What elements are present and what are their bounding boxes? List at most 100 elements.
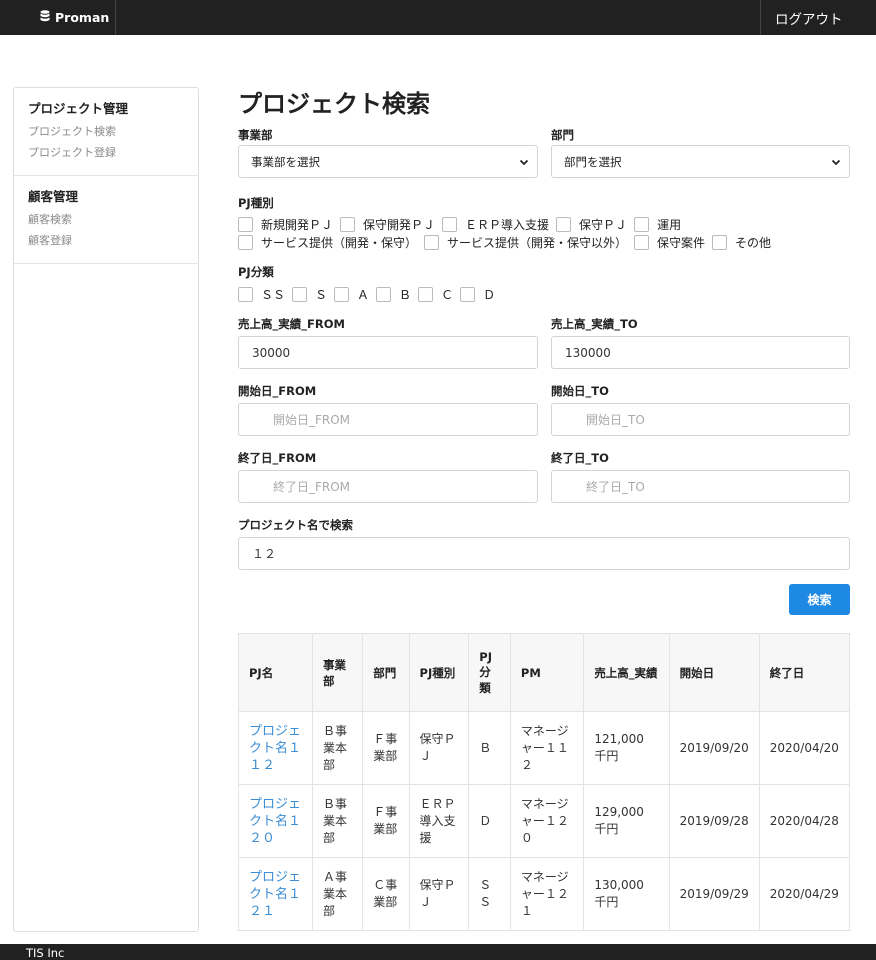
start-from-input[interactable]: 開始日_FROM [238,403,538,436]
table-cell: 2019/09/20 [668,711,760,785]
pj-type-checkbox[interactable] [238,235,253,250]
pj-type-label: PJ種別 [238,196,274,210]
column-header: PJ種別 [408,633,470,712]
end-to-input[interactable]: 終了日_TO [551,470,850,503]
pj-class-option: ＳＳ [261,288,286,302]
column-header: 開始日 [668,633,760,712]
column-header: 売上高_実績 [583,633,670,712]
project-name-label: プロジェクト名で検索 [238,518,353,532]
pj-class-option: Ｃ [441,288,454,302]
table-cell: 2019/09/29 [668,857,760,931]
table-row: プロジェクト名１２１ Ａ事業本部 Ｃ事業部 保守ＰＪ ＳＳ マネージャー１２１ … [237,857,851,931]
pj-class-label: PJ分類 [238,265,274,279]
sales-from-label: 売上高_実績_FROM [238,317,345,331]
database-icon [40,10,55,25]
top-navbar: Proman ログアウト [0,0,876,35]
chevron-down-icon [519,156,529,170]
pj-type-option: 保守ＰＪ [579,218,628,232]
table-cell: Ｂ事業本部 [312,784,364,858]
column-header: PM [509,633,585,712]
pj-class-checkbox[interactable] [238,287,253,302]
pj-class-option: Ａ [357,288,370,302]
table-cell: 保守ＰＪ [408,711,470,785]
footer: TIS Inc [0,944,876,960]
table-cell: ＳＳ [468,857,511,931]
table-cell: 121,000 千円 [583,711,670,785]
table-cell: Ｄ [468,784,511,858]
project-name-link[interactable]: プロジェクト名１１２ [237,711,314,785]
sidebar-group-customer: 顧客管理 顧客検索 顧客登録 [14,176,198,264]
sidebar-group-title: 顧客管理 [28,189,79,204]
pj-type-checkbox[interactable] [442,217,458,232]
pj-type-option: サービス提供（開発・保守） [261,236,418,250]
table-cell: マネージャー１２０ [509,784,585,858]
end-to-label: 終了日_TO [551,451,609,465]
pj-type-option: 新規開発ＰＪ [261,218,334,232]
pj-type-checkbox[interactable] [340,217,356,232]
results-table: PJ名 事業部 部門 PJ種別 PJ分類 PM 売上高_実績 開始日 終了日 プ… [237,633,851,931]
logout-button[interactable]: ログアウト [760,0,876,35]
pj-type-checkbox[interactable] [424,235,440,250]
pj-type-checkbox[interactable] [712,235,728,250]
sales-from-input[interactable]: 30000 [238,336,538,369]
search-button[interactable]: 検索 [789,584,850,615]
table-cell: 129,000 千円 [583,784,670,858]
table-cell: ＥＲＰ導入支援 [408,784,470,858]
project-name-input[interactable]: １２ [238,537,850,570]
start-from-label: 開始日_FROM [238,384,317,398]
brand-link[interactable]: Proman [0,0,116,35]
start-to-input[interactable]: 開始日_TO [551,403,850,436]
table-cell: Ｂ [468,711,511,785]
column-header: PJ分類 [468,633,511,712]
chevron-down-icon [831,156,841,170]
pj-class-row: ＳＳ Ｓ Ａ Ｂ Ｃ Ｄ [238,286,502,303]
sidebar-item-project-search[interactable]: プロジェクト検索 [28,121,198,142]
table-row: プロジェクト名１２０ Ｂ事業本部 Ｆ事業部 ＥＲＰ導入支援 Ｄ マネージャー１２… [237,784,851,858]
pj-class-option: Ｄ [483,288,496,302]
pj-type-row-1: 新規開発ＰＪ 保守開発ＰＪ ＥＲＰ導入支援 保守ＰＪ 運用 [238,216,688,233]
pj-type-checkbox[interactable] [238,217,253,232]
pj-type-option: サービス提供（開発・保守以外） [447,236,628,250]
pj-class-option: Ｂ [399,288,412,302]
column-header: 事業部 [312,633,364,712]
sidebar-item-customer-register[interactable]: 顧客登録 [28,230,198,251]
start-to-label: 開始日_TO [551,384,609,398]
table-cell: 2020/04/20 [758,711,851,785]
table-cell: 2020/04/29 [758,857,851,931]
sidebar-group-project: プロジェクト管理 プロジェクト検索 プロジェクト登録 [14,88,198,176]
project-name-link[interactable]: プロジェクト名１２１ [237,857,314,931]
pj-type-option: 運用 [657,218,682,232]
sidebar-group-title: プロジェクト管理 [28,101,129,116]
pj-type-option: 保守案件 [657,236,706,250]
column-header: 部門 [362,633,410,712]
pj-class-checkbox[interactable] [292,287,308,302]
table-cell: 130,000 千円 [583,857,670,931]
division-select[interactable]: 事業部を選択 [238,145,538,178]
sales-to-label: 売上高_実績_TO [551,317,638,331]
pj-class-checkbox[interactable] [460,287,476,302]
pj-type-checkbox[interactable] [556,217,572,232]
pj-type-option: 保守開発ＰＪ [363,218,436,232]
page-title: プロジェクト検索 [238,90,430,118]
end-from-label: 終了日_FROM [238,451,317,465]
sidebar-item-project-register[interactable]: プロジェクト登録 [28,142,198,163]
table-cell: Ｂ事業本部 [312,711,364,785]
project-name-link[interactable]: プロジェクト名１２０ [237,784,314,858]
department-select[interactable]: 部門を選択 [551,145,850,178]
table-row: プロジェクト名１１２ Ｂ事業本部 Ｆ事業部 保守ＰＪ Ｂ マネージャー１１２ 1… [237,711,851,785]
pj-class-checkbox[interactable] [418,287,434,302]
pj-type-checkbox[interactable] [634,235,650,250]
sales-to-input[interactable]: 130000 [551,336,850,369]
pj-class-option: Ｓ [315,288,328,302]
division-select-value: 事業部を選択 [251,154,320,169]
end-from-input[interactable]: 終了日_FROM [238,470,538,503]
table-cell: マネージャー１１２ [509,711,585,785]
column-header: PJ名 [237,633,314,712]
table-cell: Ａ事業本部 [312,857,364,931]
pj-class-checkbox[interactable] [334,287,350,302]
pj-type-checkbox[interactable] [634,217,650,232]
sidebar-item-customer-search[interactable]: 顧客検索 [28,209,198,230]
table-cell: マネージャー１２１ [509,857,585,931]
pj-class-checkbox[interactable] [376,287,392,302]
department-label: 部門 [551,128,574,142]
